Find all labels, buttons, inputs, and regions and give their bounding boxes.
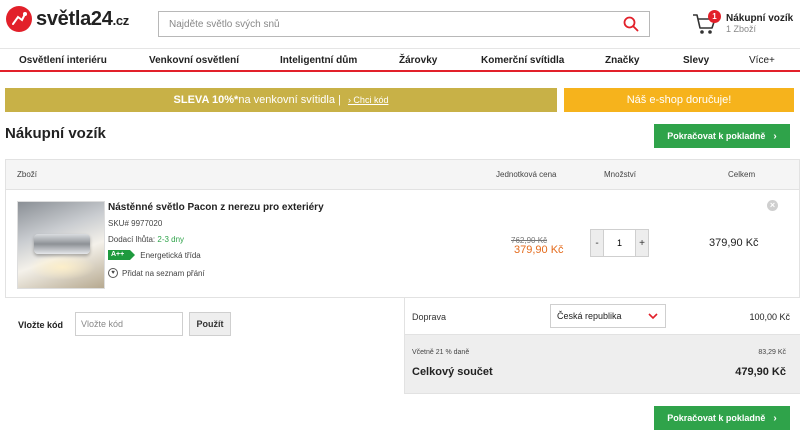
header-unit-price: Jednotková cena	[496, 170, 557, 179]
vat-value: 83,29 Kč	[758, 349, 786, 356]
header-product: Zboží	[17, 170, 38, 179]
lamp-shape	[34, 234, 90, 254]
product-name[interactable]: Nástěnné světlo Pacon z nerezu pro exter…	[108, 202, 324, 213]
shipping-label: Doprava	[412, 312, 447, 322]
nav-item-smart-home[interactable]: Inteligentní dům	[280, 55, 357, 66]
grand-total-label: Celkový součet	[412, 366, 493, 378]
unit-price: 379,90 Kč	[514, 244, 564, 256]
coupon-label: Vložte kód	[18, 320, 64, 330]
delivery-label: Dodací lhůta:	[108, 235, 156, 244]
sale-banner-text: na venkovní svítidla |	[238, 94, 341, 106]
cart-icon: 1	[692, 10, 722, 36]
nav-item-outdoor[interactable]: Venkovní osvětlení	[149, 55, 239, 66]
totals-area: Včetně 21 % daně 83,29 Kč Celkový součet…	[405, 335, 800, 393]
nav-item-more[interactable]: Více+	[749, 55, 775, 66]
delivery-value: 2-3 dny	[157, 235, 185, 244]
checkout-button-bottom[interactable]: Pokračovat k pokladně ›	[654, 406, 790, 430]
sale-banner-bold: SLEVA 10%*	[173, 94, 239, 106]
shipping-banner[interactable]: Náš e-shop doručuje!	[564, 88, 794, 112]
cart-summary-text: Nákupní vozík 1 Zboží	[726, 10, 793, 38]
site-logo[interactable]: světla24.cz	[6, 6, 129, 32]
search-input[interactable]	[159, 12, 619, 36]
nav-item-sale[interactable]: Slevy	[683, 55, 709, 66]
checkout-button-top[interactable]: Pokračovat k pokladně ›	[654, 124, 790, 148]
quantity-increase-button[interactable]: +	[636, 230, 648, 256]
header-cart-link[interactable]: 1 Nákupní vozík 1 Zboží	[692, 10, 800, 38]
nav-item-brands[interactable]: Značky	[605, 55, 639, 66]
apply-coupon-button[interactable]: Použít	[189, 312, 231, 336]
main-nav: Osvětlení interiéru Venkovní osvětlení I…	[0, 48, 800, 72]
site-header: světla24.cz 1 Nákupní vozík 1 Zboží	[0, 0, 800, 48]
shipping-row: Doprava Česká republika 100,00 Kč	[405, 298, 800, 335]
quantity-decrease-button[interactable]: -	[591, 230, 603, 256]
nav-item-bulbs[interactable]: Žárovky	[399, 55, 437, 66]
chevron-right-icon: ›	[773, 130, 777, 142]
order-summary: Doprava Česká republika 100,00 Kč Včetně…	[404, 298, 800, 394]
logo-lamp-icon	[6, 6, 32, 32]
quantity-stepper: - +	[590, 229, 649, 257]
shipping-price: 100,00 Kč	[749, 312, 790, 322]
line-total: 379,90 Kč	[709, 237, 759, 249]
checkout-button-label: Pokračovat k pokladně	[667, 131, 766, 141]
cart-title: Nákupní vozík	[726, 13, 794, 24]
sale-banner[interactable]: SLEVA 10%*na venkovní svítidla | › Chci …	[5, 88, 557, 112]
logo-text: světla24.cz	[36, 7, 130, 30]
cart-item-count: 1 Zboží	[726, 24, 757, 34]
heart-icon: ♥	[108, 268, 118, 278]
coupon-input[interactable]	[75, 312, 183, 336]
header-total: Celkem	[728, 170, 756, 179]
product-delivery: Dodací lhůta: 2-3 dny	[108, 235, 184, 244]
lamp-glow	[28, 254, 96, 280]
energy-class: A++ Energetická třída	[108, 250, 201, 260]
chevron-down-icon	[647, 311, 659, 323]
checkout-button-label: Pokračovat k pokladně	[667, 413, 766, 423]
nav-item-interior[interactable]: Osvětlení interiéru	[19, 55, 107, 66]
product-sku: SKU# 9977020	[108, 219, 163, 228]
quantity-input[interactable]	[603, 230, 636, 256]
search-icon[interactable]	[619, 12, 643, 36]
energy-class-label: Energetická třída	[140, 250, 201, 260]
get-code-link[interactable]: › Chci kód	[348, 95, 389, 105]
remove-item-icon[interactable]: ×	[767, 200, 778, 211]
chevron-right-icon: ›	[773, 412, 777, 424]
shipping-country-select[interactable]: Česká republika	[550, 304, 666, 328]
header-quantity: Množství	[604, 170, 637, 179]
add-to-wishlist[interactable]: ♥ Přidat na seznam přání	[108, 268, 205, 278]
shipping-country-value: Česká republika	[557, 311, 622, 321]
page-title: Nákupní vozík	[5, 125, 106, 142]
energy-class-badge[interactable]: A++	[108, 250, 136, 260]
cart-table-header: Zboží Jednotková cena Množství Celkem	[6, 160, 799, 190]
grand-total-value: 479,90 Kč	[735, 366, 786, 378]
vat-label: Včetně 21 % daně	[412, 349, 470, 356]
nav-item-commercial[interactable]: Komerční svítidla	[481, 55, 564, 66]
cart-count-badge: 1	[708, 10, 721, 23]
search-bar	[158, 11, 650, 37]
product-image[interactable]	[17, 201, 105, 289]
wishlist-label: Přidat na seznam přání	[122, 268, 205, 278]
